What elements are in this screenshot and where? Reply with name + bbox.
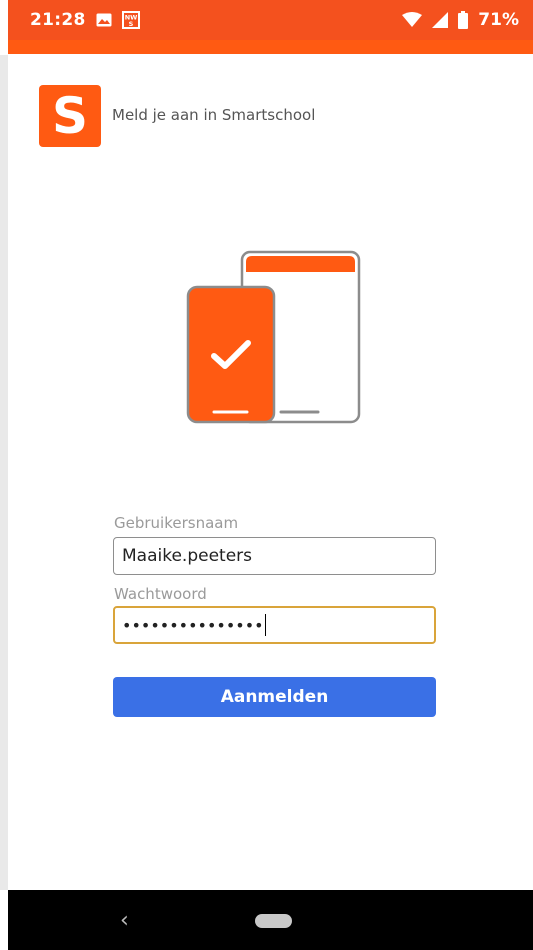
battery-percent: 71% (478, 10, 519, 30)
status-bar: 21:28 NW S 71% (8, 0, 533, 40)
navigation-bar: ‹ (8, 890, 533, 950)
username-field[interactable]: Maaike.peeters (113, 537, 436, 575)
username-label: Gebruikersnaam (114, 514, 239, 532)
image-icon (96, 13, 112, 27)
home-pill-icon[interactable] (255, 914, 292, 928)
nws-icon: NW S (121, 11, 140, 29)
window-edge (0, 55, 8, 890)
app-bar-strip (8, 40, 533, 54)
password-value: ••••••••••••••• (122, 615, 264, 635)
battery-icon (458, 11, 469, 29)
text-caret (264, 614, 267, 636)
login-button[interactable]: Aanmelden (113, 677, 436, 717)
status-time: 21:28 (30, 10, 86, 30)
back-chevron-icon[interactable]: ‹ (120, 908, 129, 933)
svg-text:S: S (128, 20, 133, 28)
login-header-text: Meld je aan in Smartschool (112, 106, 316, 124)
cellular-signal-icon (432, 12, 449, 28)
phone-tablet-checkmark-illustration (185, 248, 365, 428)
smartschool-logo: S (39, 85, 101, 147)
password-label: Wachtwoord (114, 585, 207, 603)
wifi-icon (402, 12, 423, 28)
username-value: Maaike.peeters (122, 546, 253, 566)
login-button-label: Aanmelden (220, 687, 329, 707)
password-field[interactable]: ••••••••••••••• (113, 606, 436, 644)
